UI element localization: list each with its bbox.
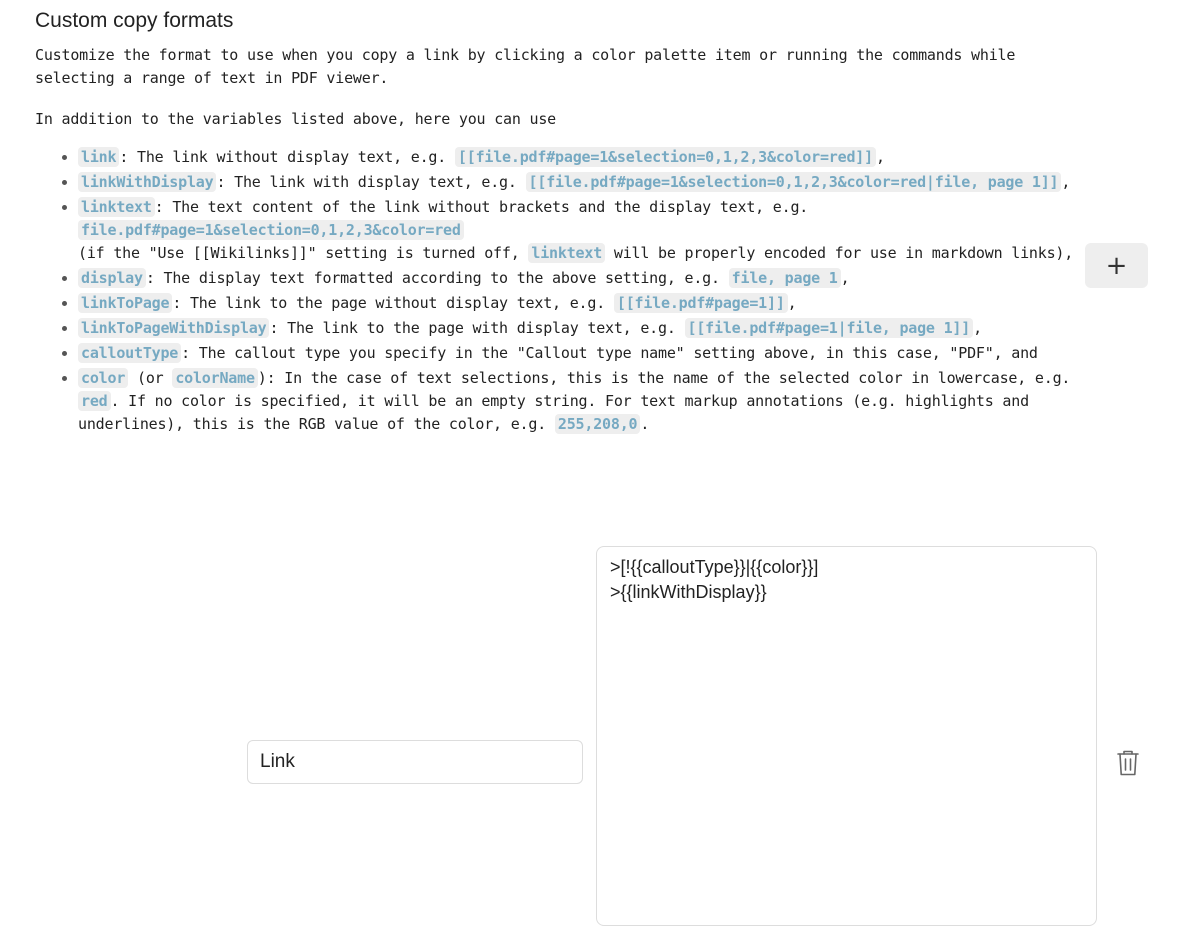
variable-example: file.pdf#page=1&selection=0,1,2,3&color=…: [78, 220, 464, 240]
variable-name: color: [78, 368, 129, 388]
list-item: linkWithDisplay: The link with display t…: [78, 171, 1088, 194]
list-item: color (or colorName): In the case of tex…: [78, 367, 1088, 436]
variable-example: file, page 1: [728, 268, 841, 288]
format-name-input[interactable]: [247, 740, 583, 784]
variable-name: display: [78, 268, 146, 288]
variable-name: colorName: [172, 368, 258, 388]
variable-example: red: [78, 391, 111, 411]
list-item: linkToPageWithDisplay: The link to the p…: [78, 317, 1088, 340]
add-format-button[interactable]: +: [1085, 243, 1148, 288]
section-description: Customize the format to use when you cop…: [35, 46, 1016, 87]
variable-name: link: [78, 147, 120, 167]
list-item: link: The link without display text, e.g…: [78, 146, 1088, 169]
section-title: Custom copy formats: [35, 9, 234, 32]
variable-example: [[file.pdf#page=1&selection=0,1,2,3&colo…: [525, 172, 1062, 192]
list-item: display: The display text formatted acco…: [78, 267, 1088, 290]
list-item: linktext: The text content of the link w…: [78, 196, 1088, 265]
variable-name: linkWithDisplay: [78, 172, 217, 192]
list-item: calloutType: The callout type you specif…: [78, 342, 1088, 365]
trash-icon: [1117, 750, 1139, 776]
variable-example: [[file.pdf#page=1&selection=0,1,2,3&colo…: [454, 147, 876, 167]
format-template-textarea[interactable]: >[!{{calloutType}}|{{color}}] >{{linkWit…: [596, 546, 1097, 926]
variables-list: link: The link without display text, e.g…: [36, 146, 1088, 438]
variables-intro: In addition to the variables listed abov…: [35, 110, 557, 128]
delete-format-button[interactable]: [1112, 746, 1144, 780]
variable-name: linktext: [78, 197, 155, 217]
variable-name: linkToPage: [78, 293, 173, 313]
variable-example: [[file.pdf#page=1]]: [613, 293, 788, 313]
variable-name: calloutType: [78, 343, 182, 363]
plus-icon: +: [1105, 250, 1128, 281]
variable-name: linktext: [528, 243, 606, 263]
variable-example: [[file.pdf#page=1|file, page 1]]: [684, 318, 974, 338]
variable-example: 255,208,0: [554, 414, 641, 434]
variable-name: linkToPageWithDisplay: [78, 318, 270, 338]
list-item: linkToPage: The link to the page without…: [78, 292, 1088, 315]
